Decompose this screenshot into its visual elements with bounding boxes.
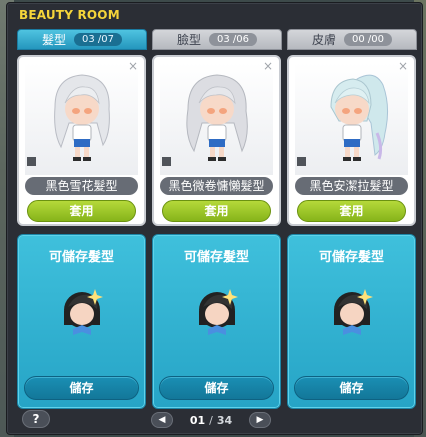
page-indicator: 01/34 (190, 414, 232, 427)
close-icon[interactable]: × (263, 59, 273, 73)
character-preview (160, 63, 273, 175)
page-separator: / (209, 413, 213, 427)
save-button[interactable]: 儲存 (24, 376, 139, 400)
tab-skin[interactable]: 皮膚 00 /00 (287, 29, 417, 50)
apply-button[interactable]: 套用 (297, 200, 406, 222)
empty-save-slot: 可儲存髮型 儲存 (152, 234, 281, 409)
close-icon[interactable]: × (128, 59, 138, 73)
apply-button[interactable]: 套用 (27, 200, 136, 222)
pagination: ◀ 01/34 ▶ (151, 411, 271, 429)
hair-silhouette-icon (199, 289, 238, 335)
saved-hair-card: × 黑色雪花髮型 套用 (17, 55, 146, 226)
tab-face-count: 03 /06 (209, 33, 257, 46)
character-preview (295, 63, 408, 175)
slot-title: 可儲存髮型 (183, 250, 249, 265)
character-avatar-1 (54, 74, 110, 161)
window-title: BEAUTY ROOM (19, 8, 120, 22)
empty-save-slot: 可儲存髮型 儲存 (17, 234, 146, 409)
tab-skin-label: 皮膚 (311, 33, 336, 47)
empty-save-slot: 可儲存髮型 儲存 (287, 234, 416, 409)
tab-skin-count: 00 /00 (344, 33, 392, 46)
character-preview (25, 63, 138, 175)
character-avatar-3 (330, 74, 389, 161)
apply-button[interactable]: 套用 (162, 200, 271, 222)
page-current: 01 (189, 413, 206, 427)
hair-name: 黑色微卷慵懶髮型 (160, 177, 273, 195)
item-marker (297, 157, 306, 166)
help-button[interactable]: ? (22, 410, 50, 428)
chevron-right-icon[interactable]: ▶ (249, 412, 271, 428)
hair-name: 黑色雪花髮型 (25, 177, 138, 195)
close-icon[interactable]: × (398, 59, 408, 73)
chevron-left-icon[interactable]: ◀ (151, 412, 173, 428)
category-tabs: 髮型 03 /07 臉型 03 /06 皮膚 00 /00 (17, 29, 417, 51)
slot-title: 可儲存髮型 (318, 250, 384, 265)
saved-hair-card: × 黑色微卷慵懶髮型 套用 (152, 55, 281, 226)
page-total: 34 (216, 413, 233, 427)
save-button[interactable]: 儲存 (294, 376, 409, 400)
character-avatar-2 (186, 74, 248, 161)
tab-hair-count: 03 /07 (74, 33, 122, 46)
hair-silhouette-icon (64, 289, 103, 335)
hair-name: 黑色安潔拉髮型 (295, 177, 408, 195)
beauty-room-window: BEAUTY ROOM 髮型 03 /07 臉型 03 /06 皮膚 00 /0… (6, 2, 423, 435)
slot-title: 可儲存髮型 (48, 250, 114, 265)
item-marker (27, 157, 36, 166)
tab-face[interactable]: 臉型 03 /06 (152, 29, 282, 50)
saved-hair-card: × 黑色安潔拉髮型 套用 (287, 55, 416, 226)
tab-face-label: 臉型 (176, 33, 201, 47)
hair-silhouette-icon (334, 289, 373, 335)
save-button[interactable]: 儲存 (159, 376, 274, 400)
item-marker (162, 157, 171, 166)
tab-hair-label: 髮型 (41, 33, 66, 47)
tab-hair[interactable]: 髮型 03 /07 (17, 29, 147, 50)
